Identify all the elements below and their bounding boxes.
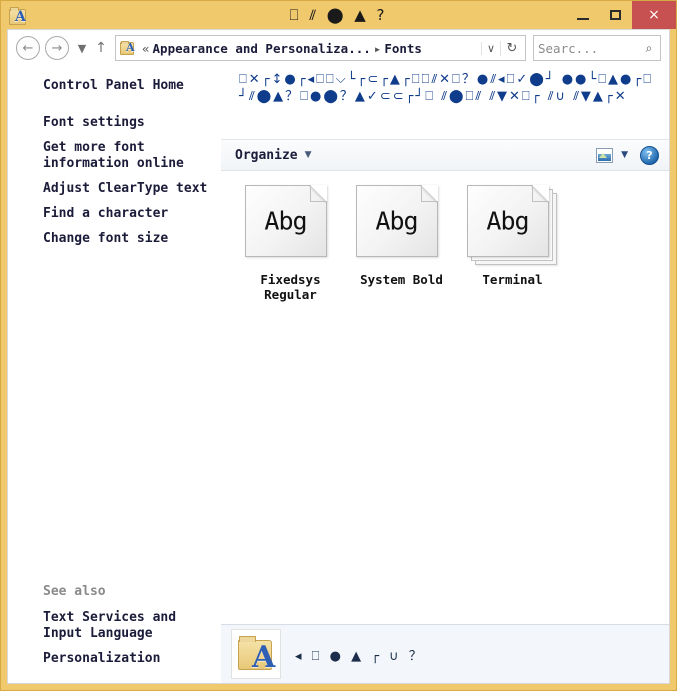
font-preview-text: Abg	[486, 206, 529, 236]
see-also-heading: See also	[43, 584, 106, 599]
change-view-icon[interactable]	[596, 147, 614, 163]
search-input[interactable]: Searc... ⌕	[533, 35, 661, 61]
forward-button[interactable]: →	[45, 36, 69, 60]
font-file-icon: Abg	[244, 185, 337, 265]
font-preview-text: Abg	[375, 206, 418, 236]
page-shape: Abg	[244, 185, 327, 257]
breadcrumb[interactable]: A «Appearance and Personaliza... ▸ Fonts ∨…	[115, 35, 526, 61]
sidebar-item-control-panel-home[interactable]: Control Panel Home	[8, 78, 221, 94]
body-split: Control Panel Home Font settings Get mor…	[8, 66, 669, 683]
title-bar[interactable]: A ⎕ ⫽ ⬤ ▲ ? ×	[1, 1, 676, 29]
font-file-icon: Abg	[355, 185, 448, 265]
refresh-icon[interactable]: ↻	[500, 40, 523, 56]
see-also-section: See also Text Services and Input Languag…	[8, 584, 221, 683]
maximize-button[interactable]	[599, 1, 632, 29]
maximize-icon	[610, 10, 621, 20]
breadcrumb-item-parent[interactable]: Appearance and Personaliza...	[153, 41, 371, 56]
breadcrumb-prefix: «	[142, 40, 150, 56]
view-chevron-down-icon[interactable]: ▼	[621, 150, 628, 160]
status-bar: A ◂ ⎕ ● ▲ ┌ ∪ ？	[221, 624, 669, 683]
forward-icon: →	[51, 40, 63, 56]
fonts-folder-icon: A	[8, 6, 28, 26]
back-button[interactable]: ←	[16, 36, 40, 60]
list-item[interactable]: Abg Terminal	[457, 185, 568, 302]
window-controls: ×	[566, 1, 676, 29]
close-button[interactable]: ×	[632, 1, 676, 29]
font-name-label: System Bold	[360, 272, 443, 287]
font-name-label: Terminal	[482, 272, 543, 287]
font-preview-text: Abg	[264, 206, 307, 236]
content-pane: ⎕✕┌↕●┌◂⎕⎕⌵└┌⊂┌▲┌⎕⎕⫽✕⎕？●⫽◂⎕✓⬤┘ ●●└⎕▲●┌⎕┘⫽…	[221, 66, 669, 683]
address-bar: ← → ▼ ↑ A «Appearance and Personaliza...…	[8, 30, 669, 66]
client-area: ← → ▼ ↑ A «Appearance and Personaliza...…	[7, 29, 670, 684]
content-header: ⎕✕┌↕●┌◂⎕⎕⌵└┌⊂┌▲┌⎕⎕⫽✕⎕？●⫽◂⎕✓⬤┘ ●●└⎕▲●┌⎕┘⫽…	[221, 66, 669, 139]
content-header-text: ⎕✕┌↕●┌◂⎕⎕⌵└┌⊂┌▲┌⎕⎕⫽✕⎕？●⫽◂⎕✓⬤┘ ●●└⎕▲●┌⎕┘⫽…	[239, 72, 653, 104]
sidebar-item-personalization[interactable]: Personalization	[8, 651, 221, 667]
sidebar-item-font-settings[interactable]: Font settings	[8, 115, 221, 131]
page-shape: Abg	[355, 185, 438, 257]
chevron-down-icon: ▼	[304, 150, 312, 160]
page-fold-edge	[420, 185, 438, 202]
explorer-window: A ⎕ ⫽ ⬤ ▲ ? × ← → ▼ ↑ A « Appearance and…	[0, 0, 677, 691]
search-icon: ⌕	[645, 40, 653, 55]
status-text: ◂ ⎕ ● ▲ ┌ ∪ ？	[295, 648, 425, 664]
organize-button[interactable]: Organize ▼	[235, 148, 312, 163]
help-icon[interactable]: ?	[640, 145, 659, 165]
breadcrumb-path: «Appearance and Personaliza... ▸ Fonts	[139, 41, 481, 56]
sidebar-item-adjust-cleartype[interactable]: Adjust ClearType text	[8, 181, 221, 197]
list-item[interactable]: Abg System Bold	[346, 185, 457, 302]
breadcrumb-item-fonts[interactable]: Fonts	[384, 41, 422, 56]
list-item[interactable]: Abg Fixedsys Regular	[235, 185, 346, 302]
status-fonts-folder-icon: A	[231, 629, 281, 679]
minimize-button[interactable]	[566, 1, 599, 29]
folder-letter-a: A	[252, 640, 276, 675]
folder-letter-a: A	[126, 41, 135, 54]
font-collection-icon: Abg	[466, 185, 559, 265]
navigation-pane: Control Panel Home Font settings Get mor…	[8, 66, 221, 683]
organize-label: Organize	[235, 147, 298, 163]
font-name-label: Fixedsys Regular	[260, 272, 321, 302]
page-shape: Abg	[466, 185, 549, 257]
font-items-grid: Abg Fixedsys Regular Abg System Bold Abg…	[221, 171, 669, 624]
folder-letter-a: A	[15, 8, 26, 25]
sidebar-item-get-more-font-info[interactable]: Get more font information online	[8, 140, 221, 172]
page-fold-edge	[309, 185, 327, 202]
command-toolbar: Organize ▼ ▼ ?	[221, 139, 669, 171]
sidebar-item-find-a-character[interactable]: Find a character	[8, 206, 221, 222]
close-icon: ×	[648, 7, 660, 23]
breadcrumb-separator: ▸	[373, 40, 382, 56]
page-fold-edge	[531, 185, 549, 202]
minimize-icon	[576, 17, 589, 20]
chevron-down-icon[interactable]: ∨	[481, 41, 500, 55]
search-placeholder: Searc...	[538, 40, 599, 56]
up-button[interactable]: ↑	[93, 40, 109, 56]
recent-pages-button[interactable]: ▼	[74, 42, 90, 55]
back-icon: ←	[22, 40, 34, 56]
breadcrumb-folder-icon: A	[120, 40, 136, 56]
sidebar-item-change-font-size[interactable]: Change font size	[8, 231, 221, 247]
sidebar-item-text-services[interactable]: Text Services and Input Language	[8, 610, 221, 642]
